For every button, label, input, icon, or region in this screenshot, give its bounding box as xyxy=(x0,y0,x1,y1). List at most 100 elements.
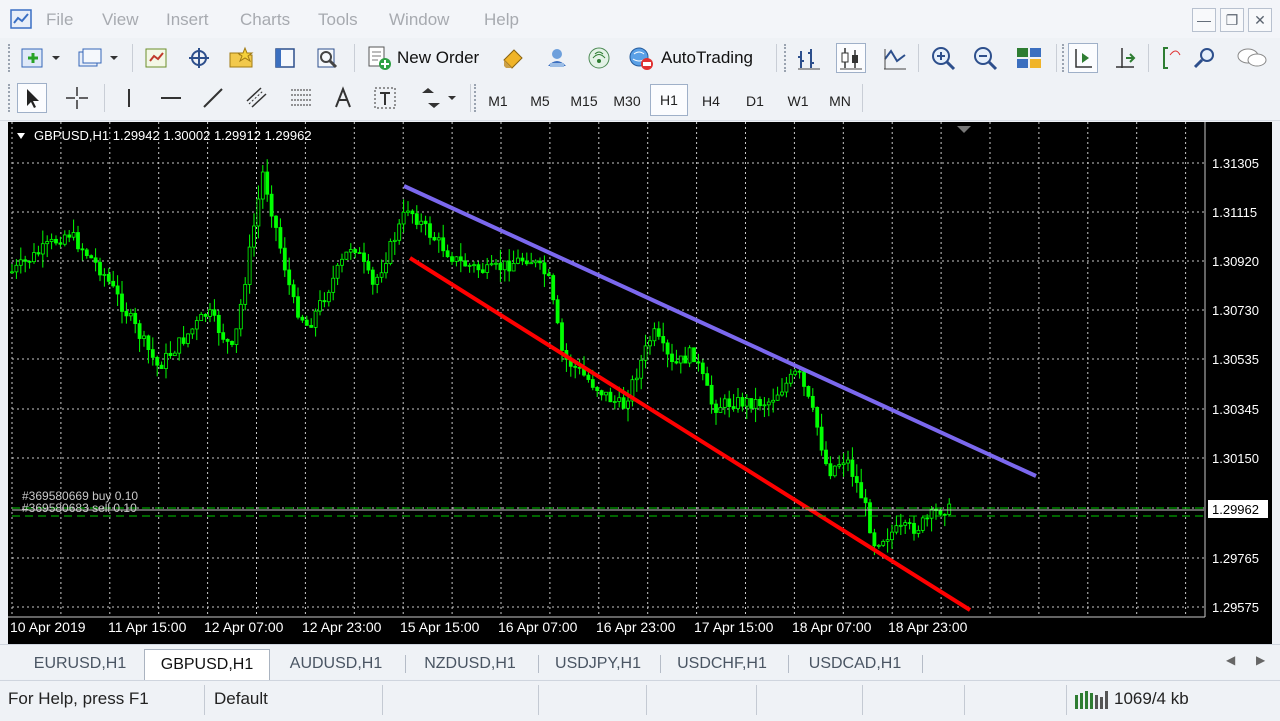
candle-body xyxy=(111,280,116,287)
candle-body xyxy=(753,399,758,409)
menu-view[interactable]: View xyxy=(102,10,139,30)
strategy-tester-icon[interactable] xyxy=(312,43,342,73)
timeframe-mn[interactable]: MN xyxy=(822,90,858,112)
text-icon[interactable] xyxy=(328,83,358,113)
price-chart[interactable]: #369580669 buy 0.10 #369580683 sell 0.10… xyxy=(8,122,1272,644)
menu-charts[interactable]: Charts xyxy=(240,10,290,30)
equidistant-channel-icon[interactable] xyxy=(242,83,272,113)
candle-body xyxy=(696,361,701,364)
navigator-icon[interactable] xyxy=(226,43,256,73)
signals-icon[interactable] xyxy=(542,43,572,73)
zoom-out-icon[interactable] xyxy=(970,43,1000,73)
candle-body xyxy=(648,340,652,347)
bar-chart-icon[interactable] xyxy=(794,43,824,73)
chart-menu-arrow-icon[interactable] xyxy=(17,133,25,139)
horizontal-line-icon[interactable] xyxy=(156,83,186,113)
tab-nzdusd[interactable]: NZDUSD,H1 xyxy=(410,651,530,677)
candle-body xyxy=(137,323,142,339)
chart-shift-icon[interactable] xyxy=(1110,43,1140,73)
timeframe-d1[interactable]: D1 xyxy=(737,90,773,112)
vertical-line-icon[interactable] xyxy=(114,83,144,113)
tab-scroll-right-icon[interactable]: ▶ xyxy=(1256,653,1265,667)
crosshair-tool-icon[interactable] xyxy=(62,83,92,113)
market-icon[interactable] xyxy=(584,43,614,73)
candle-body xyxy=(661,336,666,344)
timeframe-w1[interactable]: W1 xyxy=(780,90,816,112)
candle-body xyxy=(907,522,912,525)
candle-body xyxy=(920,517,925,531)
timeframe-h1[interactable]: H1 xyxy=(650,84,688,116)
indicators-icon[interactable] xyxy=(1156,43,1186,73)
new-order-button[interactable]: New Order xyxy=(397,48,479,68)
candle-body xyxy=(450,256,454,262)
time-tick-label: 16 Apr 23:00 xyxy=(596,619,676,635)
fibonacci-icon[interactable] xyxy=(286,83,316,113)
chart-window[interactable]: #369580669 buy 0.10 #369580683 sell 0.10… xyxy=(8,122,1272,644)
candle-body xyxy=(678,355,683,364)
candle-body xyxy=(727,398,732,407)
connection-status-icon[interactable] xyxy=(1074,689,1110,711)
autotrading-icon[interactable] xyxy=(626,43,656,73)
toolbar-grip[interactable] xyxy=(8,44,14,72)
upper-trendline[interactable] xyxy=(403,184,1037,478)
timeframe-m1[interactable]: M1 xyxy=(480,90,516,112)
candle-body xyxy=(740,397,745,407)
autotrading-button[interactable]: AutoTrading xyxy=(661,48,753,68)
new-order-icon[interactable] xyxy=(364,43,394,73)
timeframe-h4[interactable]: H4 xyxy=(693,90,729,112)
tab-gbpusd[interactable]: GBPUSD,H1 xyxy=(144,649,270,680)
metaeditor-icon[interactable] xyxy=(498,43,528,73)
timeframe-m15[interactable]: M15 xyxy=(566,90,602,112)
cursor-icon[interactable] xyxy=(17,83,47,113)
lower-trendline[interactable] xyxy=(408,256,972,612)
tab-usdchf[interactable]: USDCHF,H1 xyxy=(662,651,782,677)
candle-body xyxy=(793,370,798,375)
close-button[interactable]: ✕ xyxy=(1248,8,1272,32)
candle-body xyxy=(780,391,784,396)
trendline-icon[interactable] xyxy=(198,83,228,113)
arrows-icon[interactable] xyxy=(414,83,460,113)
autoscroll-icon[interactable] xyxy=(1068,43,1098,73)
menu-window[interactable]: Window xyxy=(389,10,449,30)
chat-icon[interactable] xyxy=(1234,43,1270,73)
time-tick-label: 18 Apr 07:00 xyxy=(792,619,872,635)
market-watch-icon[interactable] xyxy=(141,43,171,73)
menu-file[interactable]: File xyxy=(46,10,73,30)
timeframe-m30[interactable]: M30 xyxy=(609,90,645,112)
tab-usdjpy[interactable]: USDJPY,H1 xyxy=(540,651,656,677)
candle-body xyxy=(32,252,36,263)
menu-tools[interactable]: Tools xyxy=(318,10,358,30)
tile-windows-icon[interactable] xyxy=(1014,43,1044,73)
tab-audusd[interactable]: AUDUSD,H1 xyxy=(276,651,396,677)
chart-shift-marker[interactable] xyxy=(957,126,971,133)
line-chart-icon[interactable] xyxy=(880,43,910,73)
timeframe-m5[interactable]: M5 xyxy=(522,90,558,112)
menu-help[interactable]: Help xyxy=(484,10,519,30)
current-price-label: 1.29962 xyxy=(1212,502,1259,517)
restore-button[interactable]: ❐ xyxy=(1220,8,1244,32)
profiles-button[interactable] xyxy=(74,43,122,73)
crosshair-icon[interactable] xyxy=(184,43,214,73)
menu-insert[interactable]: Insert xyxy=(166,10,209,30)
candle-body xyxy=(150,349,155,358)
search-icon[interactable] xyxy=(1190,43,1220,73)
candle-body xyxy=(436,237,441,241)
candle-body xyxy=(608,391,613,403)
candle-body xyxy=(894,525,899,533)
tab-usdcad[interactable]: USDCAD,H1 xyxy=(792,651,918,677)
minimize-button[interactable]: — xyxy=(1192,8,1216,32)
candle-body xyxy=(194,320,199,330)
candle-body xyxy=(414,213,419,225)
tab-eurusd[interactable]: EURUSD,H1 xyxy=(20,651,140,677)
new-chart-button[interactable] xyxy=(18,43,64,73)
candle-body xyxy=(520,257,525,262)
candle-body xyxy=(498,262,503,271)
tab-scroll-left-icon[interactable]: ◀ xyxy=(1226,653,1235,667)
text-label-icon[interactable] xyxy=(370,83,400,113)
candle-body xyxy=(542,262,547,275)
terminal-icon[interactable] xyxy=(270,43,300,73)
zoom-in-icon[interactable] xyxy=(928,43,958,73)
time-tick-label: 12 Apr 07:00 xyxy=(204,619,284,635)
candlestick-chart-icon[interactable] xyxy=(836,43,866,73)
candle-body xyxy=(181,337,186,344)
